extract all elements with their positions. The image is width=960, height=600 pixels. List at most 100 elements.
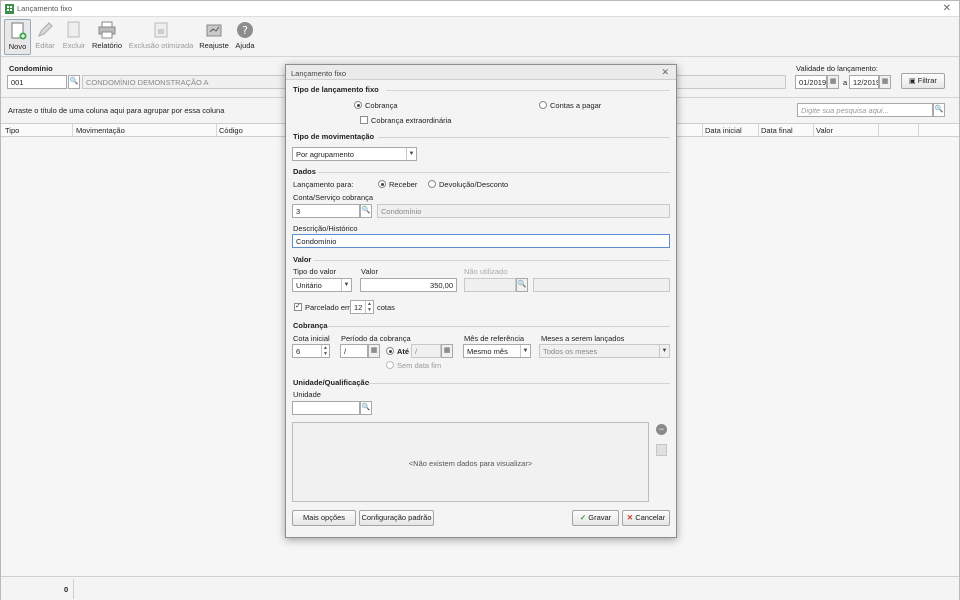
window-titlebar: Lançamento fixo ✕ (1, 1, 959, 17)
chevron-down-icon: ▼ (659, 345, 669, 357)
search-icon[interactable]: 🔍 (933, 103, 945, 117)
calendar-icon[interactable]: ▦ (441, 344, 453, 358)
new-document-icon (11, 22, 26, 40)
delete-document-icon (67, 21, 80, 38)
excluir-button[interactable]: Excluir (61, 19, 87, 55)
spin-arrows-icon[interactable]: ▲ ▼ (365, 301, 373, 313)
editar-button[interactable]: Editar (33, 19, 57, 55)
column-data-final[interactable]: Data final (761, 126, 793, 135)
filter-icon: ▣ (909, 78, 916, 85)
mais-opcoes-button[interactable]: Mais opções (292, 510, 356, 526)
column-codigo[interactable]: Código (219, 126, 243, 135)
lancamento-para-label: Lançamento para: (293, 180, 354, 189)
chevron-down-icon: ▼ (341, 279, 351, 291)
cobranca-heading: Cobrança (293, 321, 328, 330)
chevron-down-icon: ▼ (406, 148, 416, 160)
mes-ref-select[interactable]: Mesmo mês ▼ (463, 344, 531, 358)
devolucao-label: Devolução/Desconto (439, 180, 509, 189)
parcelas-stepper[interactable]: 12 ▲ ▼ (350, 300, 374, 314)
valor-input[interactable]: 350,00 (360, 278, 457, 292)
help-icon: ? (237, 22, 253, 38)
cancel-x-icon: ✕ (626, 513, 634, 522)
printer-icon (98, 21, 116, 39)
search-icon[interactable]: 🔍 (360, 204, 372, 218)
lancamento-dialog: Lançamento fixo ✕ Tipo de lançamento fix… (285, 64, 677, 538)
periodo-from-input[interactable]: / (340, 344, 368, 358)
main-window: Lançamento fixo ✕ Novo Editar Excluir Re… (0, 0, 960, 600)
periodo-to-input[interactable]: / (411, 344, 441, 358)
ate-label: Até (397, 347, 410, 356)
validade-separator: a (843, 78, 848, 87)
unidade-heading: Unidade/Qualificação (293, 378, 370, 387)
unidade-list: <Não existem dados para visualizar> (292, 422, 649, 502)
novo-button[interactable]: Novo (4, 19, 31, 55)
condominio-label: Condomínio (9, 64, 53, 73)
column-data-inicial[interactable]: Data inicial (705, 126, 742, 135)
grid-search-input[interactable]: Digite sua pesquisa aqui... (797, 103, 933, 117)
sem-data-fim-radio[interactable] (386, 361, 394, 369)
validade-from-input[interactable]: 01/2019 (795, 75, 827, 89)
tipo-movimentacao-select[interactable]: Por agrupamento ▼ (292, 147, 417, 161)
validade-to-input[interactable]: 12/2019 (849, 75, 879, 89)
ate-radio[interactable] (386, 347, 394, 355)
validade-label: Validade do lançamento: (796, 64, 879, 73)
calendar-icon[interactable]: ▦ (368, 344, 380, 358)
close-icon[interactable]: ✕ (661, 67, 669, 78)
devolucao-radio[interactable] (428, 180, 436, 188)
close-icon[interactable]: ✕ (943, 3, 951, 14)
cota-inicial-label: Cota inicial (293, 334, 330, 343)
search-icon[interactable]: 🔍 (360, 401, 372, 415)
parcelado-checkbox[interactable]: ✓ (294, 303, 302, 311)
condominio-code-input[interactable]: 001 (7, 75, 67, 89)
cobranca-extra-checkbox[interactable] (360, 116, 368, 124)
exclusao-otimizada-button[interactable]: Exclusão otimizada (128, 19, 194, 55)
parcelado-label: Parcelado em (305, 303, 352, 312)
nao-utilizado-field (464, 278, 516, 292)
dialog-title: Lançamento fixo (291, 69, 347, 78)
trash-icon[interactable] (656, 444, 667, 456)
receber-label: Receber (389, 180, 418, 189)
app-icon (5, 4, 14, 14)
unidade-input[interactable] (292, 401, 360, 415)
gravar-button[interactable]: ✓ Gravar (572, 510, 619, 526)
periodo-label: Período da cobrança (341, 334, 411, 343)
contas-a-pagar-radio[interactable] (539, 101, 547, 109)
unidade-label: Unidade (293, 390, 321, 399)
pencil-icon (38, 22, 53, 37)
descricao-input[interactable]: Condomínio (292, 234, 670, 248)
ajuda-button[interactable]: ? Ajuda (233, 19, 257, 55)
cota-inicial-stepper[interactable]: 6 ▲ ▼ (292, 344, 330, 358)
search-icon[interactable]: 🔍 (68, 75, 80, 89)
group-hint: Arraste o título de uma coluna aqui para… (8, 106, 225, 115)
cancelar-button[interactable]: ✕ Cancelar (622, 510, 670, 526)
record-count: 0 (64, 585, 69, 594)
meses-select[interactable]: Todos os meses ▼ (539, 344, 670, 358)
cobranca-radio[interactable] (354, 101, 362, 109)
checkmark-icon: ✓ (579, 513, 587, 522)
dados-heading: Dados (293, 167, 316, 176)
adjust-icon (206, 24, 222, 37)
relatorio-button[interactable]: Relatório (91, 19, 123, 55)
column-movimentacao[interactable]: Movimentação (76, 126, 125, 135)
calendar-icon[interactable]: ▦ (879, 75, 891, 89)
tipo-lancamento-heading: Tipo de lançamento fixo (293, 85, 379, 94)
spin-arrows-icon[interactable]: ▲ ▼ (321, 345, 329, 357)
valor-label: Valor (361, 267, 378, 276)
condominio-name-field: CONDOMÍNIO DEMONSTRAÇÃO A (82, 75, 287, 89)
reajuste-button[interactable]: Reajuste (199, 19, 229, 55)
mes-ref-label: Mês de referência (464, 334, 525, 343)
descricao-label: Descrição/Histórico (293, 224, 358, 233)
conta-code-input[interactable]: 3 (292, 204, 360, 218)
config-padrao-button[interactable]: Configuração padrão (359, 510, 434, 526)
receber-radio[interactable] (378, 180, 386, 188)
meses-label: Meses a serem lançados (541, 334, 625, 343)
status-bar: 0 (1, 576, 959, 600)
column-tipo[interactable]: Tipo (5, 126, 19, 135)
remove-icon[interactable]: − (656, 424, 667, 435)
filtrar-button[interactable]: ▣ Filtrar (901, 73, 945, 89)
conta-name-field: Condomínio (377, 204, 670, 218)
tipo-valor-select[interactable]: Unitário ▼ (292, 278, 352, 292)
contas-a-pagar-label: Contas a pagar (550, 101, 602, 110)
column-valor[interactable]: Valor (816, 126, 833, 135)
calendar-icon[interactable]: ▦ (827, 75, 839, 89)
